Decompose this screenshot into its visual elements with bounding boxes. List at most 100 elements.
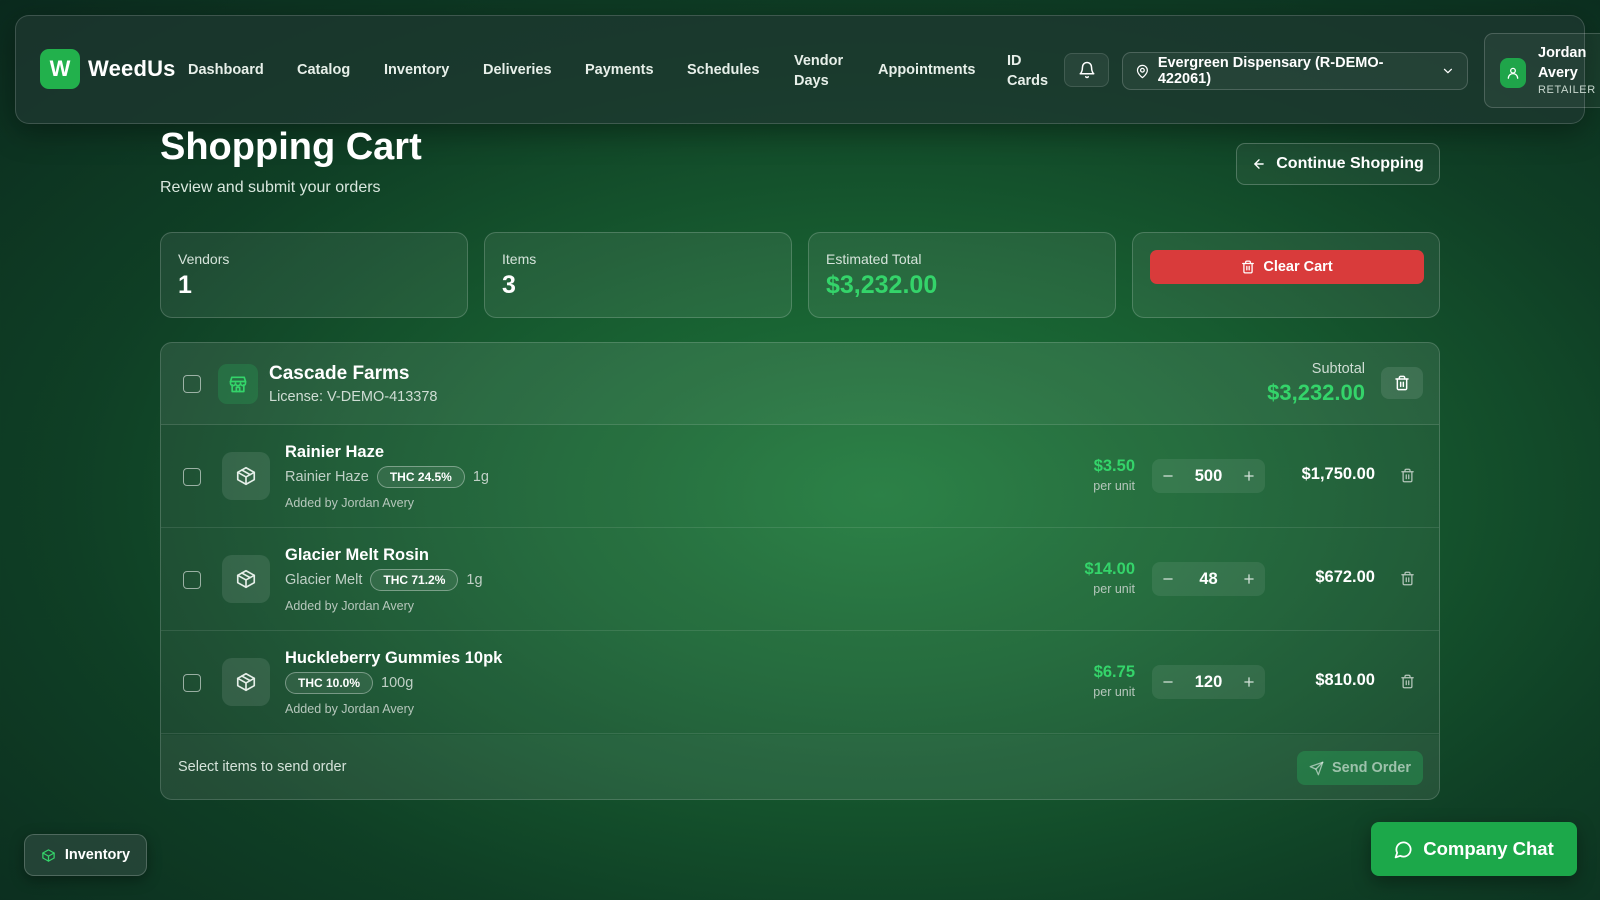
item-size: 1g: [472, 469, 489, 485]
thc-badge: THC 24.5%: [376, 466, 465, 488]
stat-total-label: Estimated Total: [826, 251, 922, 267]
user-name: Jordan Avery: [1538, 45, 1587, 81]
nav-payments[interactable]: Payments: [585, 60, 654, 80]
bell-icon: [1079, 61, 1094, 79]
item-added-by: Added by Jordan Avery: [285, 496, 415, 510]
avatar: [1500, 58, 1526, 88]
user-icon: [1507, 67, 1519, 79]
nav-id-cards[interactable]: ID Cards: [1007, 51, 1051, 91]
quantity-value[interactable]: 120: [1184, 665, 1233, 699]
stat-vendors-value: 1: [178, 271, 192, 299]
item-select-checkbox[interactable]: [183, 468, 201, 486]
quantity-stepper: 48: [1152, 562, 1265, 596]
quantity-value[interactable]: 48: [1184, 562, 1233, 596]
remove-vendor-button[interactable]: [1381, 367, 1423, 399]
stat-vendors: Vendors 1: [160, 232, 468, 318]
notifications-button[interactable]: [1064, 53, 1109, 87]
item-name: Rainier Haze: [285, 443, 385, 461]
item-size: 1g: [466, 572, 483, 588]
stat-items-value: 3: [502, 271, 516, 299]
trash-icon: [1400, 571, 1414, 585]
stat-estimated-total: Estimated Total $3,232.00: [808, 232, 1116, 318]
page-subtitle: Review and submit your orders: [160, 179, 381, 196]
top-navbar: W WeedUs Dashboard Catalog Inventory Del…: [15, 15, 1600, 124]
inventory-float-button[interactable]: Inventory: [24, 834, 147, 876]
vendor-cart-card: Cascade Farms License: V-DEMO-413378 Sub…: [160, 342, 1440, 800]
item-strain: Rainier Haze: [285, 469, 369, 485]
minus-icon: [1163, 578, 1173, 580]
vendor-select-checkbox[interactable]: [183, 375, 201, 393]
send-order-button[interactable]: Send Order: [1297, 751, 1423, 785]
stat-clear-cart: Clear Cart: [1132, 232, 1440, 318]
brand-logo[interactable]: W WeedUs: [40, 49, 176, 89]
nav-catalog[interactable]: Catalog: [297, 60, 350, 80]
cart-item-row: Glacier Melt Rosin Glacier Melt THC 71.2…: [161, 528, 1439, 631]
logo-badge: W: [40, 49, 80, 89]
cart-item-row: Huckleberry Gummies 10pk THC 10.0% 100g …: [161, 631, 1439, 734]
stat-items-label: Items: [502, 251, 537, 267]
item-unit-price: $14.00: [1084, 560, 1135, 578]
item-name: Glacier Melt Rosin: [285, 546, 429, 564]
stat-items: Items 3: [484, 232, 792, 318]
nav-inventory[interactable]: Inventory: [384, 60, 449, 80]
item-line-total: $672.00: [1315, 568, 1375, 586]
item-added-by: Added by Jordan Avery: [285, 702, 415, 716]
trash-icon: [1400, 468, 1414, 482]
remove-item-button[interactable]: [1399, 465, 1415, 485]
decrease-quantity-button[interactable]: [1152, 665, 1184, 699]
clear-cart-label: Clear Cart: [1263, 259, 1333, 275]
quantity-stepper: 500: [1152, 459, 1265, 493]
quantity-value[interactable]: 500: [1184, 459, 1233, 493]
page-title: Shopping Cart: [160, 126, 422, 168]
message-circle-icon: [1394, 841, 1412, 858]
increase-quantity-button[interactable]: [1233, 665, 1265, 699]
user-menu[interactable]: Jordan Avery RETAILER: [1484, 33, 1600, 108]
stat-vendors-label: Vendors: [178, 251, 230, 267]
nav-schedules[interactable]: Schedules: [687, 60, 760, 80]
minus-icon: [1163, 475, 1173, 477]
inventory-float-label: Inventory: [64, 847, 131, 863]
continue-shopping-button[interactable]: Continue Shopping: [1236, 143, 1440, 185]
decrease-quantity-button[interactable]: [1152, 562, 1184, 596]
package-icon: [222, 658, 270, 706]
item-unit-price: $3.50: [1093, 457, 1135, 475]
nav-vendor-days[interactable]: Vendor Days: [794, 51, 854, 91]
map-pin-icon: [1136, 64, 1148, 78]
package-icon: [42, 848, 55, 862]
item-per-unit: per unit: [1093, 685, 1135, 699]
quantity-stepper: 120: [1152, 665, 1265, 699]
brand-name: WeedUs: [88, 56, 176, 81]
minus-icon: [1163, 681, 1173, 683]
item-select-checkbox[interactable]: [183, 674, 201, 692]
nav-deliveries[interactable]: Deliveries: [483, 60, 552, 80]
location-name: Evergreen Dispensary (R-DEMO-422061): [1157, 55, 1384, 87]
trash-icon: [1395, 375, 1409, 391]
company-chat-button[interactable]: Company Chat: [1371, 822, 1577, 876]
continue-shopping-label: Continue Shopping: [1276, 155, 1424, 172]
remove-item-button[interactable]: [1399, 671, 1415, 691]
package-icon: [222, 555, 270, 603]
item-select-checkbox[interactable]: [183, 571, 201, 589]
chevron-down-icon: [1443, 68, 1453, 74]
increase-quantity-button[interactable]: [1233, 459, 1265, 493]
send-order-label: Send Order: [1332, 760, 1411, 776]
decrease-quantity-button[interactable]: [1152, 459, 1184, 493]
item-per-unit: per unit: [1093, 479, 1135, 493]
item-meta: Glacier Melt THC 71.2% 1g: [285, 568, 483, 592]
increase-quantity-button[interactable]: [1233, 562, 1265, 596]
nav-dashboard[interactable]: Dashboard: [188, 60, 264, 80]
stat-total-value: $3,232.00: [826, 271, 938, 299]
vendor-header: Cascade Farms License: V-DEMO-413378 Sub…: [161, 343, 1439, 425]
send-order-hint: Select items to send order: [178, 759, 347, 775]
remove-item-button[interactable]: [1399, 568, 1415, 588]
package-icon: [222, 452, 270, 500]
item-per-unit: per unit: [1093, 582, 1135, 596]
subtotal-label: Subtotal: [1311, 361, 1365, 377]
nav-appointments[interactable]: Appointments: [878, 60, 975, 80]
clear-cart-button[interactable]: Clear Cart: [1150, 250, 1424, 284]
send-icon: [1309, 761, 1324, 775]
plus-icon: [1244, 574, 1254, 584]
plus-icon: [1244, 471, 1254, 481]
location-selector[interactable]: Evergreen Dispensary (R-DEMO-422061): [1122, 52, 1468, 90]
company-chat-label: Company Chat: [1423, 838, 1554, 859]
